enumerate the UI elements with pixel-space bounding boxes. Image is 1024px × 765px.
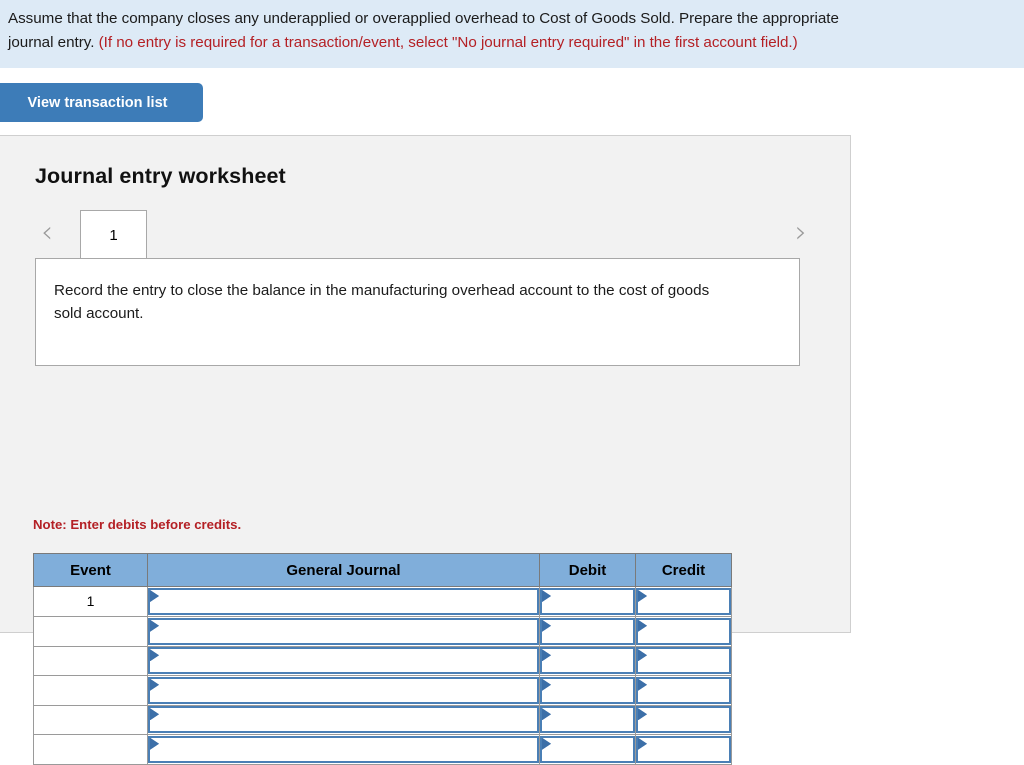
- debit-input-5[interactable]: [540, 735, 635, 763]
- chevron-left-icon[interactable]: ‹: [32, 217, 62, 251]
- worksheet-tab-strip: ‹ 1 ›: [0, 209, 851, 259]
- table-row: [33, 645, 732, 676]
- credit-input-4[interactable]: [636, 706, 731, 734]
- debit-input-0[interactable]: [540, 588, 635, 615]
- cell-event: [33, 616, 148, 647]
- requirement-box: Record the entry to close the balance in…: [35, 258, 800, 366]
- credit-input-2[interactable]: [636, 647, 731, 675]
- table-row: [33, 734, 732, 765]
- table-row: 1: [33, 586, 732, 617]
- credit-input-1[interactable]: [636, 617, 731, 645]
- credit-input-0[interactable]: [636, 588, 731, 615]
- cell-event: 1: [33, 586, 148, 617]
- column-header-general-journal: General Journal: [147, 553, 540, 587]
- debit-input-1[interactable]: [540, 617, 635, 645]
- column-header-debit: Debit: [539, 553, 636, 587]
- column-header-event: Event: [33, 553, 148, 587]
- cell-debit[interactable]: [539, 645, 636, 676]
- view-transaction-list-button[interactable]: View transaction list: [0, 83, 203, 122]
- cell-general-journal[interactable]: [147, 704, 540, 735]
- cell-general-journal[interactable]: [147, 586, 540, 617]
- cell-debit[interactable]: [539, 675, 636, 706]
- instruction-banner: Assume that the company closes any under…: [0, 0, 1024, 68]
- cell-credit[interactable]: [635, 734, 732, 765]
- credit-input-5[interactable]: [636, 735, 731, 763]
- general-journal-select-4[interactable]: [148, 706, 539, 734]
- chevron-right-icon[interactable]: ›: [786, 217, 816, 251]
- column-header-credit: Credit: [635, 553, 732, 587]
- cell-event: [33, 734, 148, 765]
- cell-general-journal[interactable]: [147, 675, 540, 706]
- instruction-requirement-note: (If no entry is required for a transacti…: [98, 34, 798, 51]
- requirement-text: Record the entry to close the balance in…: [54, 282, 710, 322]
- cell-credit[interactable]: [635, 586, 732, 617]
- journal-entry-worksheet-panel: Journal entry worksheet ‹ 1 › Record the…: [0, 135, 851, 765]
- general-journal-select-2[interactable]: [148, 647, 539, 675]
- general-journal-select-0[interactable]: [148, 588, 539, 615]
- general-journal-select-5[interactable]: [148, 735, 539, 763]
- cell-event: [33, 645, 148, 676]
- credit-input-3[interactable]: [636, 676, 731, 704]
- cell-general-journal[interactable]: [147, 734, 540, 765]
- table-row: [33, 704, 732, 735]
- cell-general-journal[interactable]: [147, 645, 540, 676]
- table-header-row: Event General Journal Debit Credit: [33, 553, 732, 587]
- table-row: [33, 675, 732, 706]
- instruction-line-2: journal entry. (If no entry is required …: [8, 31, 1024, 55]
- cell-event: [33, 675, 148, 706]
- cell-event: [33, 704, 148, 735]
- cell-debit[interactable]: [539, 586, 636, 617]
- cell-credit[interactable]: [635, 645, 732, 676]
- general-journal-select-1[interactable]: [148, 617, 539, 645]
- cell-credit[interactable]: [635, 704, 732, 735]
- table-row: [33, 616, 732, 647]
- page-title: Journal entry worksheet: [35, 164, 286, 188]
- instruction-line-1: Assume that the company closes any under…: [8, 10, 839, 27]
- instruction-line-2-plain: journal entry.: [8, 34, 99, 51]
- cell-general-journal[interactable]: [147, 616, 540, 647]
- debit-input-4[interactable]: [540, 706, 635, 734]
- cell-debit[interactable]: [539, 704, 636, 735]
- cell-debit[interactable]: [539, 734, 636, 765]
- tab-worksheet-1[interactable]: 1: [80, 210, 147, 259]
- cell-debit[interactable]: [539, 616, 636, 647]
- journal-entry-table: Event General Journal Debit Credit 1: [33, 553, 732, 765]
- debits-before-credits-note: Note: Enter debits before credits.: [33, 517, 242, 532]
- debit-input-2[interactable]: [540, 647, 635, 675]
- debit-input-3[interactable]: [540, 676, 635, 704]
- general-journal-select-3[interactable]: [148, 676, 539, 704]
- event-number: 1: [86, 593, 95, 609]
- cell-credit[interactable]: [635, 616, 732, 647]
- cell-credit[interactable]: [635, 675, 732, 706]
